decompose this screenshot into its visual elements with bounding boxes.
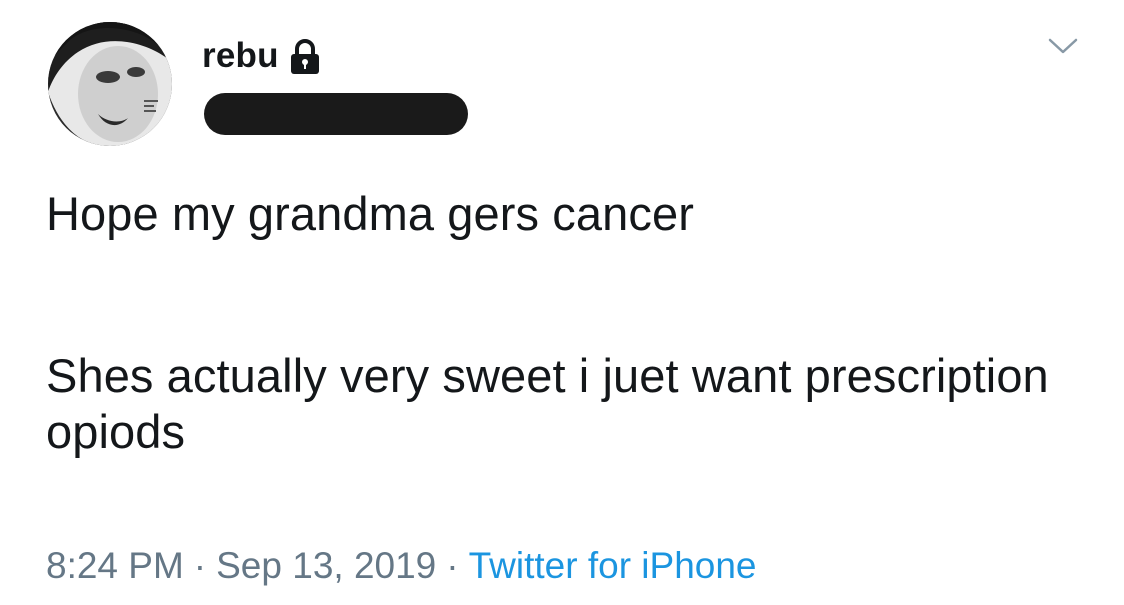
meta-separator: ·: [446, 545, 459, 586]
avatar[interactable]: [48, 22, 172, 146]
chevron-down-icon[interactable]: [1046, 34, 1080, 58]
lock-icon: [289, 38, 321, 76]
meta-separator: ·: [193, 545, 207, 586]
tweet-source-link[interactable]: Twitter for iPhone: [469, 545, 757, 586]
tweet-meta: 8:24 PM · Sep 13, 2019 · Twitter for iPhone: [46, 541, 757, 591]
user-name-row: rebu: [202, 36, 321, 76]
tweet-date[interactable]: Sep 13, 2019: [216, 545, 436, 586]
tweet-time[interactable]: 8:24 PM: [46, 545, 184, 586]
avatar-image: [48, 22, 172, 146]
tweet-paragraph: Shes actually very sweet i juet want pre…: [46, 349, 1049, 458]
redacted-handle: [204, 93, 468, 135]
tweet-card: rebu Hope my grandma gers cancer Shes ac…: [0, 0, 1124, 605]
tweet-paragraph: Hope my grandma gers cancer: [46, 187, 694, 240]
display-name[interactable]: rebu: [202, 36, 279, 76]
